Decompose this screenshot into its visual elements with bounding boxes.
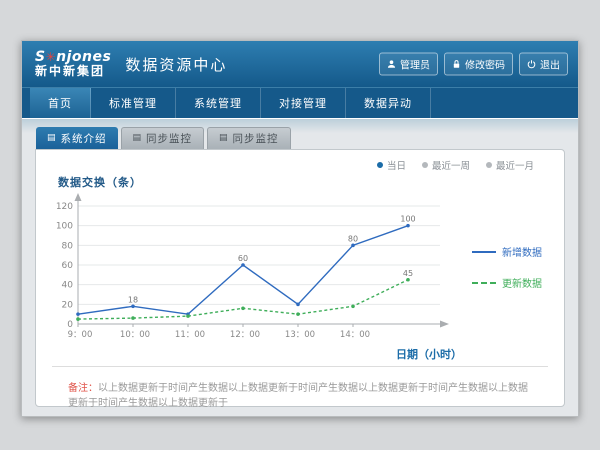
svg-text:120: 120: [56, 202, 73, 212]
svg-text:14：00: 14：00: [340, 330, 370, 340]
svg-text:13：00: 13：00: [285, 330, 315, 340]
line-chart: 日期（小时） 0 20 40 60 80 100 120 9：00 10：00 11：00 12：0…: [48, 190, 468, 362]
power-icon: [527, 60, 536, 69]
admin-user-button[interactable]: 管理员: [379, 53, 438, 76]
y-axis-title: 数据交换（条）: [58, 174, 552, 190]
logout-label: 退出: [540, 57, 560, 72]
filter-label: 最近一周: [432, 158, 470, 172]
app-window: S✳njones 新中新集团 数据资源中心 管理员 修改密码: [21, 40, 579, 417]
footer-note: 备注：以上数据更新于时间产生数据以上数据更新于时间产生数据以上数据更新于时间产生…: [48, 381, 552, 411]
tab-label: 同步监控: [233, 131, 279, 146]
series-legend: 新增数据 更新数据: [472, 244, 542, 290]
filter-last-week[interactable]: 最近一周: [422, 158, 470, 171]
svg-text:12：00: 12：00: [230, 330, 260, 340]
dashed-line-icon: [472, 282, 496, 284]
desktop-background: S✳njones 新中新集团 数据资源中心 管理员 修改密码: [0, 0, 600, 450]
svg-text:9：00: 9：00: [68, 330, 93, 340]
logout-button[interactable]: 退出: [519, 53, 568, 76]
monitor-icon: ▤: [219, 134, 229, 143]
legend-item-update-data[interactable]: 更新数据: [472, 275, 542, 290]
logo-wordmark: S✳njones: [35, 49, 111, 65]
brand-logo: S✳njones 新中新集团: [22, 49, 111, 79]
page-title: 数据资源中心: [125, 54, 227, 75]
svg-text:18: 18: [128, 295, 138, 304]
svg-text:45: 45: [403, 269, 413, 278]
chart-row: 日期（小时） 0 20 40 60 80 100 120 9：00 10：00 11：00 12：0…: [48, 190, 552, 362]
nav-item-home[interactable]: 首页: [30, 88, 91, 118]
x-axis-title: 日期（小时）: [396, 347, 462, 361]
svg-text:60: 60: [238, 254, 248, 263]
header-actions: 管理员 修改密码 退出: [379, 53, 568, 76]
svg-text:100: 100: [400, 215, 415, 224]
series-label: 更新数据: [502, 275, 542, 290]
solid-line-icon: [472, 251, 496, 253]
series-label: 新增数据: [502, 244, 542, 259]
legend-dot-icon: [486, 162, 492, 168]
tab-bar: ▤ 系统介绍 ▤ 同步监控 ▤ 同步监控: [36, 127, 565, 149]
svg-text:40: 40: [62, 281, 74, 291]
logo-star-icon: ✳: [46, 50, 57, 64]
filter-label: 最近一月: [496, 158, 534, 172]
document-icon: ▤: [47, 134, 57, 143]
chart-panel: 当日 最近一周 最近一月 数据交换（条） 日期（小时） 020406: [35, 149, 565, 407]
user-icon: [387, 60, 396, 69]
svg-text:80: 80: [62, 241, 74, 251]
filter-today[interactable]: 当日: [377, 158, 406, 171]
time-filter-legend: 当日 最近一周 最近一月: [48, 158, 552, 171]
content-area: ▤ 系统介绍 ▤ 同步监控 ▤ 同步监控 当日: [22, 119, 578, 416]
tab-system-intro[interactable]: ▤ 系统介绍: [36, 127, 118, 149]
tab-label: 系统介绍: [61, 131, 107, 146]
lock-icon: [452, 60, 461, 69]
svg-text:80: 80: [348, 234, 358, 243]
change-password-button[interactable]: 修改密码: [444, 53, 513, 76]
legend-dot-icon: [422, 162, 428, 168]
tab-sync-monitor-1[interactable]: ▤ 同步监控: [121, 127, 205, 149]
svg-text:100: 100: [56, 222, 73, 232]
nav-item-data-changes[interactable]: 数据异动: [346, 88, 431, 118]
app-header: S✳njones 新中新集团 数据资源中心 管理员 修改密码: [22, 41, 578, 87]
svg-text:10：00: 10：00: [120, 330, 150, 340]
filter-label: 当日: [387, 158, 406, 172]
legend-dot-icon: [377, 162, 383, 168]
admin-user-label: 管理员: [400, 57, 430, 72]
monitor-icon: ▤: [133, 134, 143, 143]
tab-sync-monitor-2[interactable]: ▤ 同步监控: [207, 127, 291, 149]
svg-text:0: 0: [67, 320, 73, 330]
divider: [52, 366, 548, 367]
nav-item-system-management[interactable]: 系统管理: [176, 88, 261, 118]
tab-label: 同步监控: [146, 131, 192, 146]
svg-text:20: 20: [62, 300, 74, 310]
nav-item-connection-management[interactable]: 对接管理: [261, 88, 346, 118]
note-text: 以上数据更新于时间产生数据以上数据更新于时间产生数据以上数据更新于时间产生数据以…: [68, 383, 528, 409]
filter-last-month[interactable]: 最近一月: [486, 158, 534, 171]
nav-item-standard-management[interactable]: 标准管理: [91, 88, 176, 118]
change-password-label: 修改密码: [465, 57, 505, 72]
main-nav: 首页 标准管理 系统管理 对接管理 数据异动: [22, 87, 578, 118]
logo-subtitle: 新中新集团: [35, 65, 111, 79]
note-label: 备注：: [68, 383, 98, 394]
legend-item-new-data[interactable]: 新增数据: [472, 244, 542, 259]
svg-text:11：00: 11：00: [175, 330, 205, 340]
svg-text:60: 60: [62, 261, 74, 271]
